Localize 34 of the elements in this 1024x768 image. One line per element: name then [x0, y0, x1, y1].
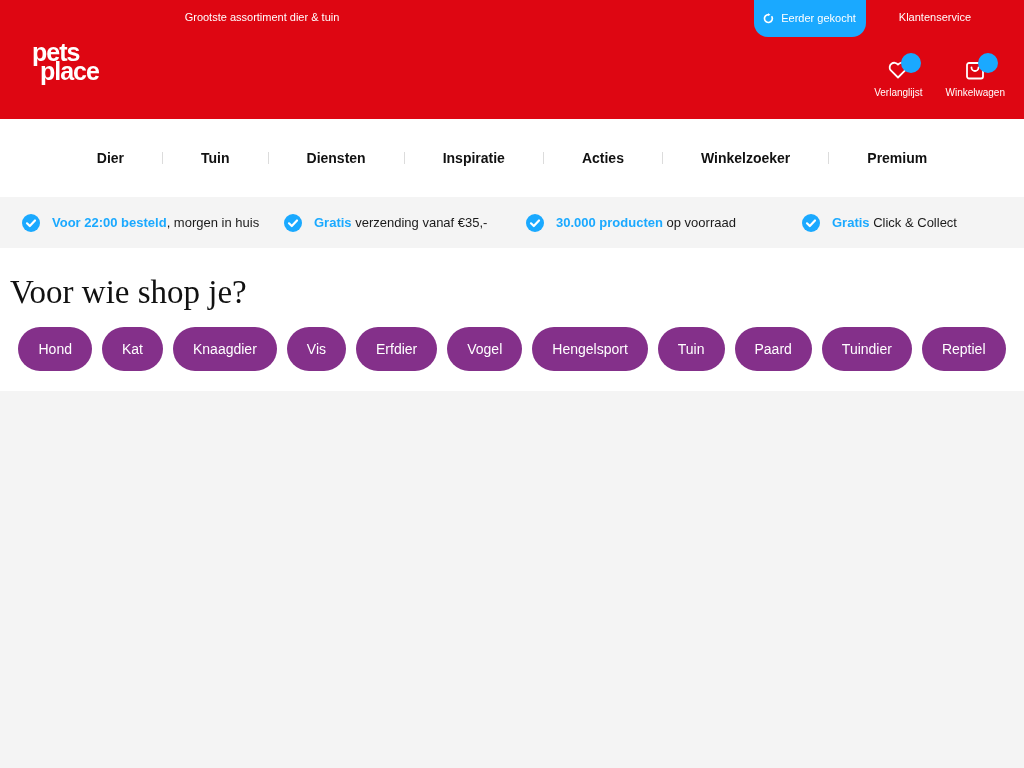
check-circle-icon: [22, 213, 40, 232]
check-circle-icon: [526, 213, 544, 232]
category-pill[interactable]: Vis: [286, 327, 346, 371]
category-pill[interactable]: Kat: [101, 327, 163, 371]
tagline-text: Grootste assortiment dier & tuin: [184, 11, 340, 24]
category-pill[interactable]: Paard: [734, 327, 812, 371]
category-pill[interactable]: Erfdier: [356, 327, 438, 371]
nav-menu-item[interactable]: Tuin: [163, 149, 268, 167]
category-pill[interactable]: Hond: [18, 327, 92, 371]
nav-menu-item[interactable]: Winkelzoeker: [662, 149, 829, 167]
refresh-icon: [763, 13, 775, 24]
category-pill[interactable]: Vogel: [447, 327, 523, 371]
nav-menu-item[interactable]: Inspiratie: [404, 149, 543, 167]
section-heading: Voor wie shop je?: [10, 273, 247, 311]
nav-menu-item[interactable]: Diensten: [268, 149, 404, 167]
site-logo[interactable]: pets place: [32, 42, 99, 84]
shopping-bag-icon: [965, 60, 986, 80]
category-pill[interactable]: Knaagdier: [172, 327, 277, 371]
nav-menu-item[interactable]: Acties: [543, 149, 662, 167]
check-circle-icon: [802, 213, 820, 232]
usp-text: Voor 22:00 besteld, morgen in huis: [52, 214, 260, 231]
category-pill[interactable]: Hengelsport: [532, 327, 648, 371]
wishlist-button[interactable]: Verlanglijst: [874, 59, 923, 99]
cart-button[interactable]: Winkelwagen: [945, 59, 1005, 99]
nav-menu-item[interactable]: Dier: [58, 149, 162, 167]
usp-text: 30.000 producten op voorraad: [556, 214, 736, 231]
category-pill[interactable]: Tuin: [657, 327, 725, 371]
category-pill[interactable]: Reptiel: [921, 327, 1006, 371]
category-pill[interactable]: Tuindier: [821, 327, 912, 371]
usp-text: Gratis verzending vanaf €35,-: [314, 214, 488, 231]
check-circle-icon: [284, 213, 302, 232]
nav-menu-item[interactable]: Premium: [829, 149, 966, 167]
usp-text: Gratis Click & Collect: [832, 214, 957, 231]
customer-service-link[interactable]: Klantenservice: [898, 0, 971, 34]
